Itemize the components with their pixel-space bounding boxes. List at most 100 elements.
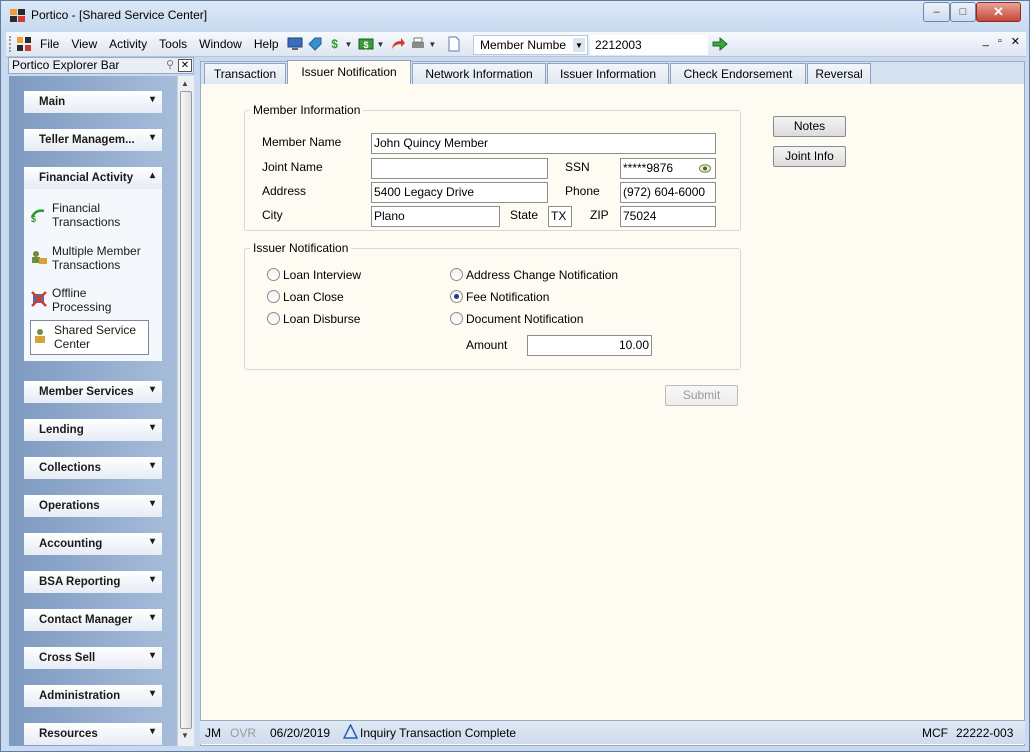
- menu-file[interactable]: File: [34, 32, 65, 57]
- tab-issuer-notification[interactable]: Issuer Notification: [287, 60, 411, 85]
- city-field[interactable]: Plano: [371, 206, 500, 227]
- offline-icon: [31, 291, 47, 307]
- tab-network-information[interactable]: Network Information: [412, 63, 546, 84]
- joint-info-button[interactable]: Joint Info: [773, 146, 846, 167]
- tab-check-endorsement[interactable]: Check Endorsement: [670, 63, 806, 84]
- nav-section-financial-activity[interactable]: Financial Activity ▴: [24, 167, 162, 189]
- nav-item-label: Transactions: [52, 258, 121, 272]
- status-code: 22222-003: [956, 726, 1014, 740]
- loan-interview-label[interactable]: Loan Interview: [283, 268, 361, 282]
- member-number-input[interactable]: 2212003: [590, 35, 708, 55]
- menu-activity[interactable]: Activity: [103, 32, 153, 57]
- nav-section-cross-sell[interactable]: Cross Sell ▾: [24, 647, 162, 669]
- member-name-field[interactable]: John Quincy Member: [371, 133, 716, 154]
- submit-button[interactable]: Submit: [665, 385, 738, 406]
- radio-loan-disburse[interactable]: [267, 312, 280, 325]
- tab-issuer-information[interactable]: Issuer Information: [547, 63, 669, 84]
- radio-address-change-notification[interactable]: [450, 268, 463, 281]
- nav-section-operations[interactable]: Operations ▾: [24, 495, 162, 517]
- address-field[interactable]: 5400 Legacy Drive: [371, 182, 548, 203]
- minimize-button[interactable]: –: [923, 2, 950, 22]
- redo-arrow-icon[interactable]: [390, 36, 406, 52]
- toolbar-grip-icon[interactable]: [9, 36, 14, 52]
- address-change-notification-label[interactable]: Address Change Notification: [466, 268, 618, 282]
- state-field[interactable]: TX: [548, 206, 572, 227]
- search-type-select[interactable]: Member Numbe ▼: [473, 35, 588, 55]
- portico-menu-icon[interactable]: [16, 36, 32, 52]
- portico-logo-icon: [10, 9, 25, 22]
- nav-item-offline-processing[interactable]: Offline Processing: [29, 284, 157, 320]
- joint-name-label: Joint Name: [262, 160, 323, 174]
- nav-section-teller-management[interactable]: Teller Managem... ▾: [24, 129, 162, 151]
- radio-loan-close[interactable]: [267, 290, 280, 303]
- member-name-label: Member Name: [262, 135, 342, 149]
- chevron-down-icon[interactable]: ▼: [573, 38, 585, 52]
- mdi-restore-button[interactable]: ▫: [998, 35, 1002, 48]
- nav-section-main[interactable]: Main ▾: [24, 91, 162, 113]
- mdi-minimize-button[interactable]: _: [983, 35, 989, 48]
- ssn-field[interactable]: *****9876: [620, 158, 716, 179]
- menu-tools[interactable]: Tools: [153, 32, 193, 57]
- scroll-up-icon[interactable]: ▲: [181, 79, 189, 88]
- cash-icon[interactable]: $: [358, 36, 374, 52]
- explorer-scrollbar[interactable]: ▲ ▼: [177, 76, 194, 746]
- dollar-dropdown-icon[interactable]: ▼: [345, 40, 353, 49]
- cash-dropdown-icon[interactable]: ▼: [376, 40, 384, 49]
- people-money-icon: [32, 251, 47, 264]
- pin-icon[interactable]: ⚲: [166, 58, 174, 73]
- mdi-close-button[interactable]: ✕: [1011, 35, 1020, 48]
- close-button[interactable]: ✕: [976, 2, 1021, 22]
- explorer-bar-title: Portico Explorer Bar: [12, 58, 120, 72]
- document-notification-label[interactable]: Document Notification: [466, 312, 583, 326]
- radio-document-notification[interactable]: [450, 312, 463, 325]
- zip-field[interactable]: 75024: [620, 206, 716, 227]
- nav-item-financial-transactions[interactable]: $ Financial Transactions: [29, 199, 157, 235]
- loan-close-label[interactable]: Loan Close: [283, 290, 344, 304]
- zip-label: ZIP: [590, 208, 609, 222]
- phone-field[interactable]: (972) 604-6000: [620, 182, 716, 203]
- notes-button[interactable]: Notes: [773, 116, 846, 137]
- tab-strip: Transaction Issuer Notification Network …: [201, 60, 1024, 85]
- amount-field[interactable]: 10.00: [527, 335, 652, 356]
- tab-reversal[interactable]: Reversal: [807, 63, 871, 84]
- scroll-down-icon[interactable]: ▼: [181, 731, 189, 740]
- menu-help[interactable]: Help: [248, 32, 285, 57]
- nav-section-lending[interactable]: Lending ▾: [24, 419, 162, 441]
- nav-section-administration[interactable]: Administration ▾: [24, 685, 162, 707]
- radio-fee-notification[interactable]: [450, 290, 463, 303]
- nav-section-label: BSA Reporting: [39, 576, 121, 588]
- fee-notification-label[interactable]: Fee Notification: [466, 290, 549, 304]
- app-window: Portico - [Shared Service Center] – □ ✕ …: [0, 0, 1030, 752]
- printer-icon[interactable]: [410, 36, 426, 52]
- nav-item-shared-service-center[interactable]: Shared Service Center: [30, 320, 149, 355]
- explorer-close-icon[interactable]: ✕: [178, 59, 192, 72]
- printer-dropdown-icon[interactable]: ▼: [428, 40, 436, 49]
- go-arrow-icon[interactable]: [712, 37, 728, 51]
- menu-view[interactable]: View: [65, 32, 103, 57]
- nav-section-bsa-reporting[interactable]: BSA Reporting ▾: [24, 571, 162, 593]
- nav-section-member-services[interactable]: Member Services ▾: [24, 381, 162, 403]
- tag-icon[interactable]: [307, 36, 323, 52]
- tab-transaction[interactable]: Transaction: [204, 63, 286, 84]
- nav-section-label: Collections: [39, 462, 101, 474]
- document-icon[interactable]: [446, 36, 462, 52]
- nav-item-label: Financial: [52, 201, 101, 215]
- joint-name-field[interactable]: [371, 158, 548, 179]
- computer-icon[interactable]: [287, 36, 303, 52]
- nav-section-collections[interactable]: Collections ▾: [24, 457, 162, 479]
- dollar-icon[interactable]: $: [327, 36, 343, 52]
- chevron-down-icon: ▾: [149, 498, 155, 509]
- eye-icon[interactable]: [699, 164, 711, 173]
- menu-window[interactable]: Window: [193, 32, 248, 57]
- nav-section-resources[interactable]: Resources ▾: [24, 723, 162, 745]
- nav-section-contact-manager[interactable]: Contact Manager ▾: [24, 609, 162, 631]
- scrollbar-thumb[interactable]: [180, 91, 192, 729]
- chevron-down-icon: ▾: [149, 132, 155, 143]
- loan-disburse-label[interactable]: Loan Disburse: [283, 312, 360, 326]
- nav-section-label: Administration: [39, 690, 121, 702]
- radio-loan-interview[interactable]: [267, 268, 280, 281]
- nav-section-accounting[interactable]: Accounting ▾: [24, 533, 162, 555]
- maximize-button[interactable]: □: [950, 2, 976, 22]
- nav-item-multiple-member-transactions[interactable]: Multiple Member Transactions: [29, 242, 157, 278]
- nav-item-label: Processing: [52, 300, 112, 314]
